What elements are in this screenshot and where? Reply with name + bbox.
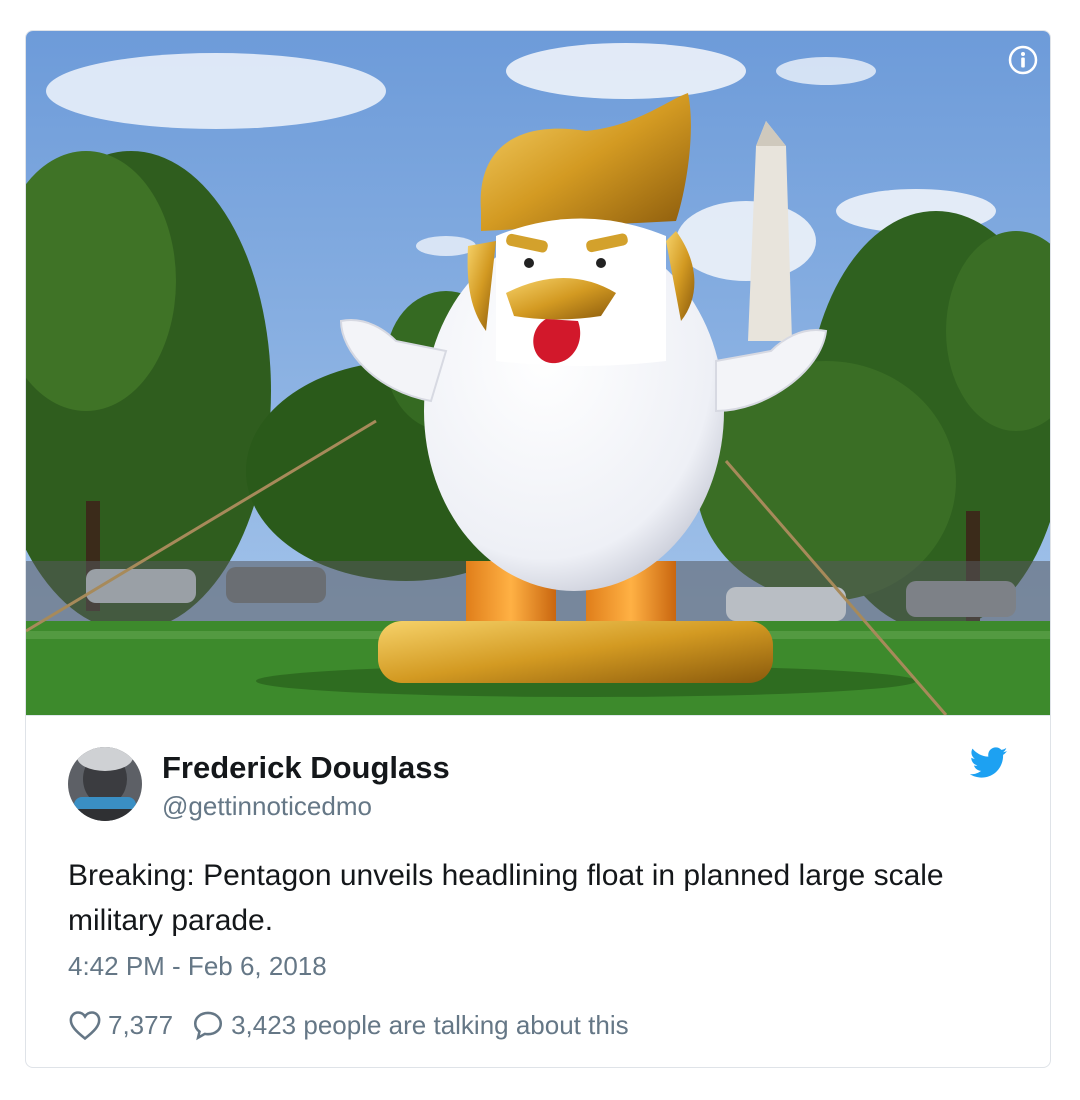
tweet-photo[interactable] [26, 31, 1050, 715]
media-divider [26, 715, 1050, 716]
author-handle[interactable]: @gettinnoticedmo [162, 791, 372, 822]
like-count[interactable]: 7,377 [108, 1010, 173, 1041]
speech-bubble-icon[interactable] [191, 1009, 225, 1041]
inflatable-chicken-photo [26, 31, 1050, 715]
tweet-text: Breaking: Pentagon unveils headlining fl… [68, 859, 944, 937]
embedded-tweet-card[interactable]: Frederick Douglass @gettinnoticedmo Brea… [25, 30, 1051, 1068]
info-icon[interactable] [1008, 45, 1038, 75]
tweet-timestamp[interactable]: 4:42 PM - Feb 6, 2018 [68, 951, 327, 982]
tweet-actions: 7,377 3,423 people are talking about thi… [68, 1007, 629, 1043]
avatar[interactable] [68, 747, 142, 821]
heart-icon[interactable] [68, 1009, 102, 1041]
author-name[interactable]: Frederick Douglass [162, 750, 450, 786]
twitter-bird-icon[interactable] [969, 747, 1008, 779]
conversation-link[interactable]: 3,423 people are talking about this [231, 1010, 629, 1041]
